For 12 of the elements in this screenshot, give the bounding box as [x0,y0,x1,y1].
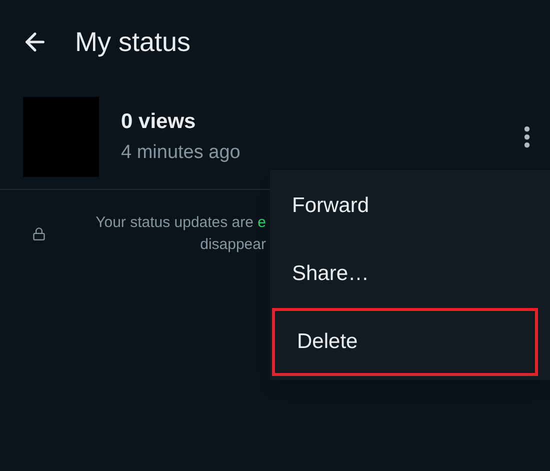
more-options-button[interactable] [524,126,530,148]
status-time: 4 minutes ago [121,141,242,165]
views-count: 0 views [121,108,197,134]
page-title: My status [75,26,191,59]
menu-item[interactable]: Delete [272,308,538,376]
menu-item[interactable]: Share… [270,240,550,308]
lock-icon [32,227,46,241]
more-icon [524,126,530,148]
encryption-notice: Your status updates are e [96,213,266,233]
status-thumbnail[interactable] [23,96,99,176]
menu-item[interactable]: Forward [270,172,550,240]
encryption-notice: disappear [200,235,266,255]
